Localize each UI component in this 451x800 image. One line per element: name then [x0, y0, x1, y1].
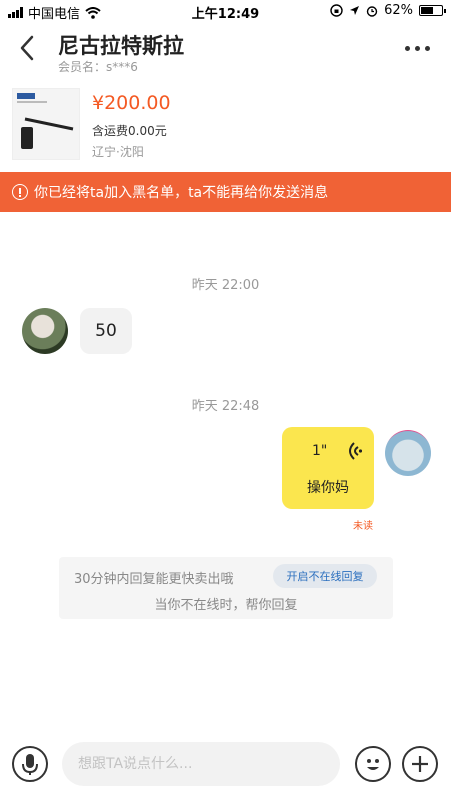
tip-subtext: 当你不在线时，帮你回复 — [154, 598, 298, 613]
product-thumbnail[interactable] — [12, 88, 80, 160]
more-icon[interactable] — [405, 40, 437, 56]
battery-icon — [419, 5, 446, 16]
battery-fill — [421, 7, 434, 14]
location-icon — [350, 6, 360, 15]
voice-transcript: 操你妈 — [307, 480, 349, 496]
product-card[interactable]: ¥200.00 含运费0.00元 辽宁·沈阳 — [0, 80, 451, 172]
warning-text: 你已经将ta加入黑名单，ta不能再给你发送消息 — [34, 185, 329, 201]
plus-icon[interactable] — [402, 746, 438, 782]
unread-status: 未读 — [353, 521, 373, 532]
back-arrow-icon[interactable] — [16, 34, 40, 62]
auto-reply-tip: 30分钟内回复能更快卖出哦 开启不在线回复 当你不在线时，帮你回复 — [59, 557, 393, 619]
status-right: 62% — [330, 3, 446, 18]
warning-icon — [12, 184, 28, 200]
my-avatar[interactable] — [385, 430, 431, 476]
rotation-lock-icon — [330, 4, 343, 17]
emoji-icon[interactable] — [355, 746, 391, 782]
blacklist-warning: 你已经将ta加入黑名单，ta不能再给你发送消息 — [0, 172, 451, 212]
enable-auto-reply-button[interactable]: 开启不在线回复 — [273, 564, 377, 588]
chat-area[interactable]: 昨天 22:00 50 昨天 22:48 1" 操你妈 未读 30分钟内回复能更… — [0, 212, 451, 730]
message-input[interactable] — [62, 742, 340, 786]
microphone-icon[interactable] — [12, 746, 48, 782]
battery-percentage: 62% — [384, 3, 413, 18]
message-timestamp: 昨天 22:00 — [191, 278, 260, 293]
chat-header: 尼古拉特斯拉 会员名：s***6 — [0, 22, 451, 78]
contact-avatar[interactable] — [22, 308, 68, 354]
member-name: 会员名：s***6 — [58, 60, 138, 74]
tip-text: 30分钟内回复能更快卖出哦 — [74, 572, 234, 587]
voice-message-bubble[interactable]: 1" 操你妈 — [282, 427, 374, 509]
message-bubble-received[interactable]: 50 — [80, 308, 132, 354]
alarm-icon — [366, 5, 378, 17]
product-price: ¥200.00 — [92, 92, 171, 114]
contact-name: 尼古拉特斯拉 — [58, 34, 184, 58]
message-timestamp: 昨天 22:48 — [191, 399, 260, 414]
input-bar — [0, 738, 451, 794]
product-location: 辽宁·沈阳 — [92, 145, 144, 159]
voice-wave-icon — [349, 442, 362, 460]
shipping-fee: 含运费0.00元 — [92, 124, 167, 138]
voice-duration: 1" — [312, 443, 328, 459]
status-bar: 中国电信 上午12:49 62% — [0, 0, 451, 22]
